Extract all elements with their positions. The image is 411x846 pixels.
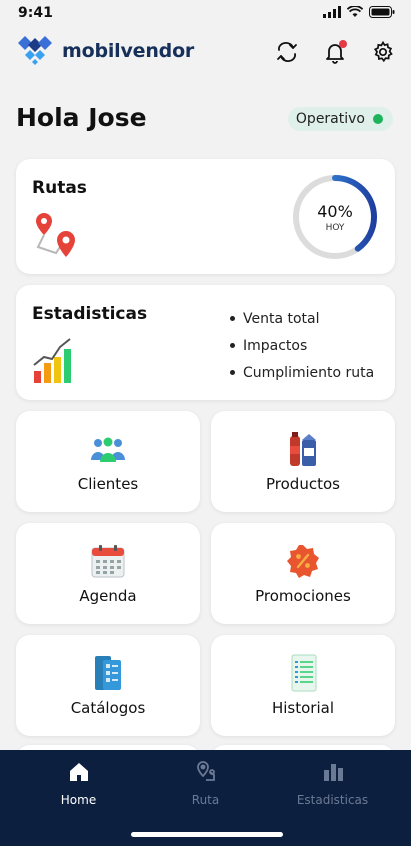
nav-ruta-label: Ruta xyxy=(191,793,220,807)
nav-estadisticas[interactable]: Estadisticas xyxy=(264,760,401,807)
settings-button[interactable] xyxy=(369,38,397,66)
home-indicator xyxy=(131,832,283,837)
route-map-pin-icon xyxy=(36,213,75,257)
status-badge: Operativo xyxy=(287,107,393,131)
tile-productos[interactable]: Productos xyxy=(211,411,395,512)
sync-button[interactable] xyxy=(273,38,301,66)
wifi-icon xyxy=(347,6,363,17)
rutas-card-title: Rutas xyxy=(32,178,87,198)
products-icon xyxy=(283,429,323,469)
people-icon xyxy=(88,429,128,469)
rutas-card[interactable]: Rutas 40% HOY xyxy=(16,159,395,274)
nav-home[interactable]: Home xyxy=(10,760,147,807)
tile-label: Productos xyxy=(266,475,340,493)
stats-card-title: Estadisticas xyxy=(32,304,148,324)
status-time: 9:41 xyxy=(18,5,53,21)
notifications-button[interactable] xyxy=(321,38,349,66)
tile-label: Clientes xyxy=(77,475,139,493)
calendar-icon xyxy=(88,541,128,581)
route-progress-label: HOY xyxy=(325,223,345,233)
mobilvendor-logo-icon xyxy=(18,36,52,65)
stats-metrics-list: Venta total Impactos Cumplimiento ruta xyxy=(230,305,374,386)
history-list-icon xyxy=(283,653,323,693)
sync-icon xyxy=(277,42,297,62)
signal-icon xyxy=(323,6,341,18)
tile-catalogos[interactable]: Catálogos xyxy=(16,635,200,736)
bar-chart-icon xyxy=(323,764,343,781)
top-bar: mobilvendor xyxy=(0,30,411,76)
tile-label: Agenda xyxy=(79,587,137,605)
notification-badge xyxy=(339,40,347,48)
nav-home-label: Home xyxy=(60,793,97,807)
brand-name: mobilvendor xyxy=(62,40,195,62)
brand-logo: mobilvendor xyxy=(16,36,194,66)
nav-ruta[interactable]: Ruta xyxy=(137,760,274,807)
tile-label: Historial xyxy=(271,699,334,717)
route-pin-icon xyxy=(196,761,215,781)
greeting-title: Hola Jose xyxy=(16,103,147,132)
catalog-icon xyxy=(88,653,128,693)
discount-badge-icon xyxy=(283,541,323,581)
tile-historial[interactable]: Historial xyxy=(211,635,395,736)
stats-card[interactable]: Estadisticas Venta total Impactos Cumpli… xyxy=(16,285,395,400)
nav-estadisticas-label: Estadisticas xyxy=(296,793,369,807)
route-progress-value: 40% xyxy=(317,202,353,221)
tile-agenda[interactable]: Agenda xyxy=(16,523,200,624)
home-icon xyxy=(69,763,88,781)
tile-label: Catálogos xyxy=(70,699,146,717)
status-bar: 9:41 xyxy=(0,0,411,28)
tile-label: Promociones xyxy=(255,587,351,605)
tile-promociones[interactable]: Promociones xyxy=(211,523,395,624)
growth-chart-icon xyxy=(33,338,71,383)
status-badge-label: Operativo xyxy=(295,111,365,127)
tile-clientes[interactable]: Clientes xyxy=(16,411,200,512)
battery-icon xyxy=(369,6,395,18)
gear-icon xyxy=(373,40,393,63)
status-icons xyxy=(323,6,395,18)
stats-item: Cumplimiento ruta xyxy=(230,359,374,386)
stats-item: Impactos xyxy=(230,332,374,359)
stats-item: Venta total xyxy=(230,305,374,332)
status-dot xyxy=(373,114,383,124)
